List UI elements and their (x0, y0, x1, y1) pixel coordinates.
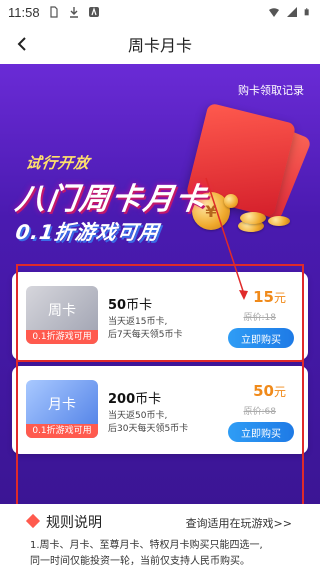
rules-text-line1: 1.周卡、月卡、至尊月卡、特权月卡购买只能四选一, (30, 540, 263, 551)
status-time: 11:58 (8, 4, 40, 20)
coin-icon (224, 194, 238, 208)
banner-subline: 0.1折游戏可用 (14, 220, 161, 244)
coin-icon (240, 212, 266, 224)
coin-icon (268, 216, 290, 226)
highlight-divider (16, 360, 304, 362)
banner-headline: 八门周卡月卡 (13, 182, 210, 217)
app-icon (88, 7, 99, 17)
banner-tagline: 试行开放 (24, 154, 92, 172)
wifi-icon (269, 8, 279, 17)
page-title: 周卡月卡 (127, 38, 192, 55)
battery-icon (304, 8, 309, 16)
nav-bar: 周卡月卡 (0, 24, 320, 64)
rules-header: 规则说明 查询适用在玩游戏>> (0, 504, 320, 538)
status-bar: 11:58 (0, 0, 320, 24)
back-button[interactable] (10, 32, 34, 56)
status-icons-right (268, 6, 312, 18)
signal-icon (287, 7, 297, 17)
chevron-left-icon (17, 37, 26, 51)
diamond-icon (25, 513, 41, 529)
main-panel: 购卡领取记录 ¥ 试行开放 八门周卡月卡 0.1折游戏可用 周卡 0.1折游戏可… (0, 64, 320, 504)
status-icons-left (48, 6, 100, 18)
download-icon (69, 7, 78, 18)
rules-text-line2: 同一时间仅能投资一轮，当前仅支持人民币购买。 (30, 556, 250, 567)
highlight-box (16, 264, 304, 504)
rules-text: 1.周卡、月卡、至尊月卡、特权月卡购买只能四选一, 同一时间仅能投资一轮，当前仅… (30, 538, 310, 568)
purchase-record-link[interactable]: 购卡领取记录 (238, 82, 304, 98)
promo-banner: ¥ 试行开放 八门周卡月卡 0.1折游戏可用 (0, 102, 320, 254)
rules-title: 规则说明 (46, 515, 102, 531)
query-games-link[interactable]: 查询适用在玩游戏>> (186, 515, 292, 531)
sim-icon (49, 6, 58, 18)
